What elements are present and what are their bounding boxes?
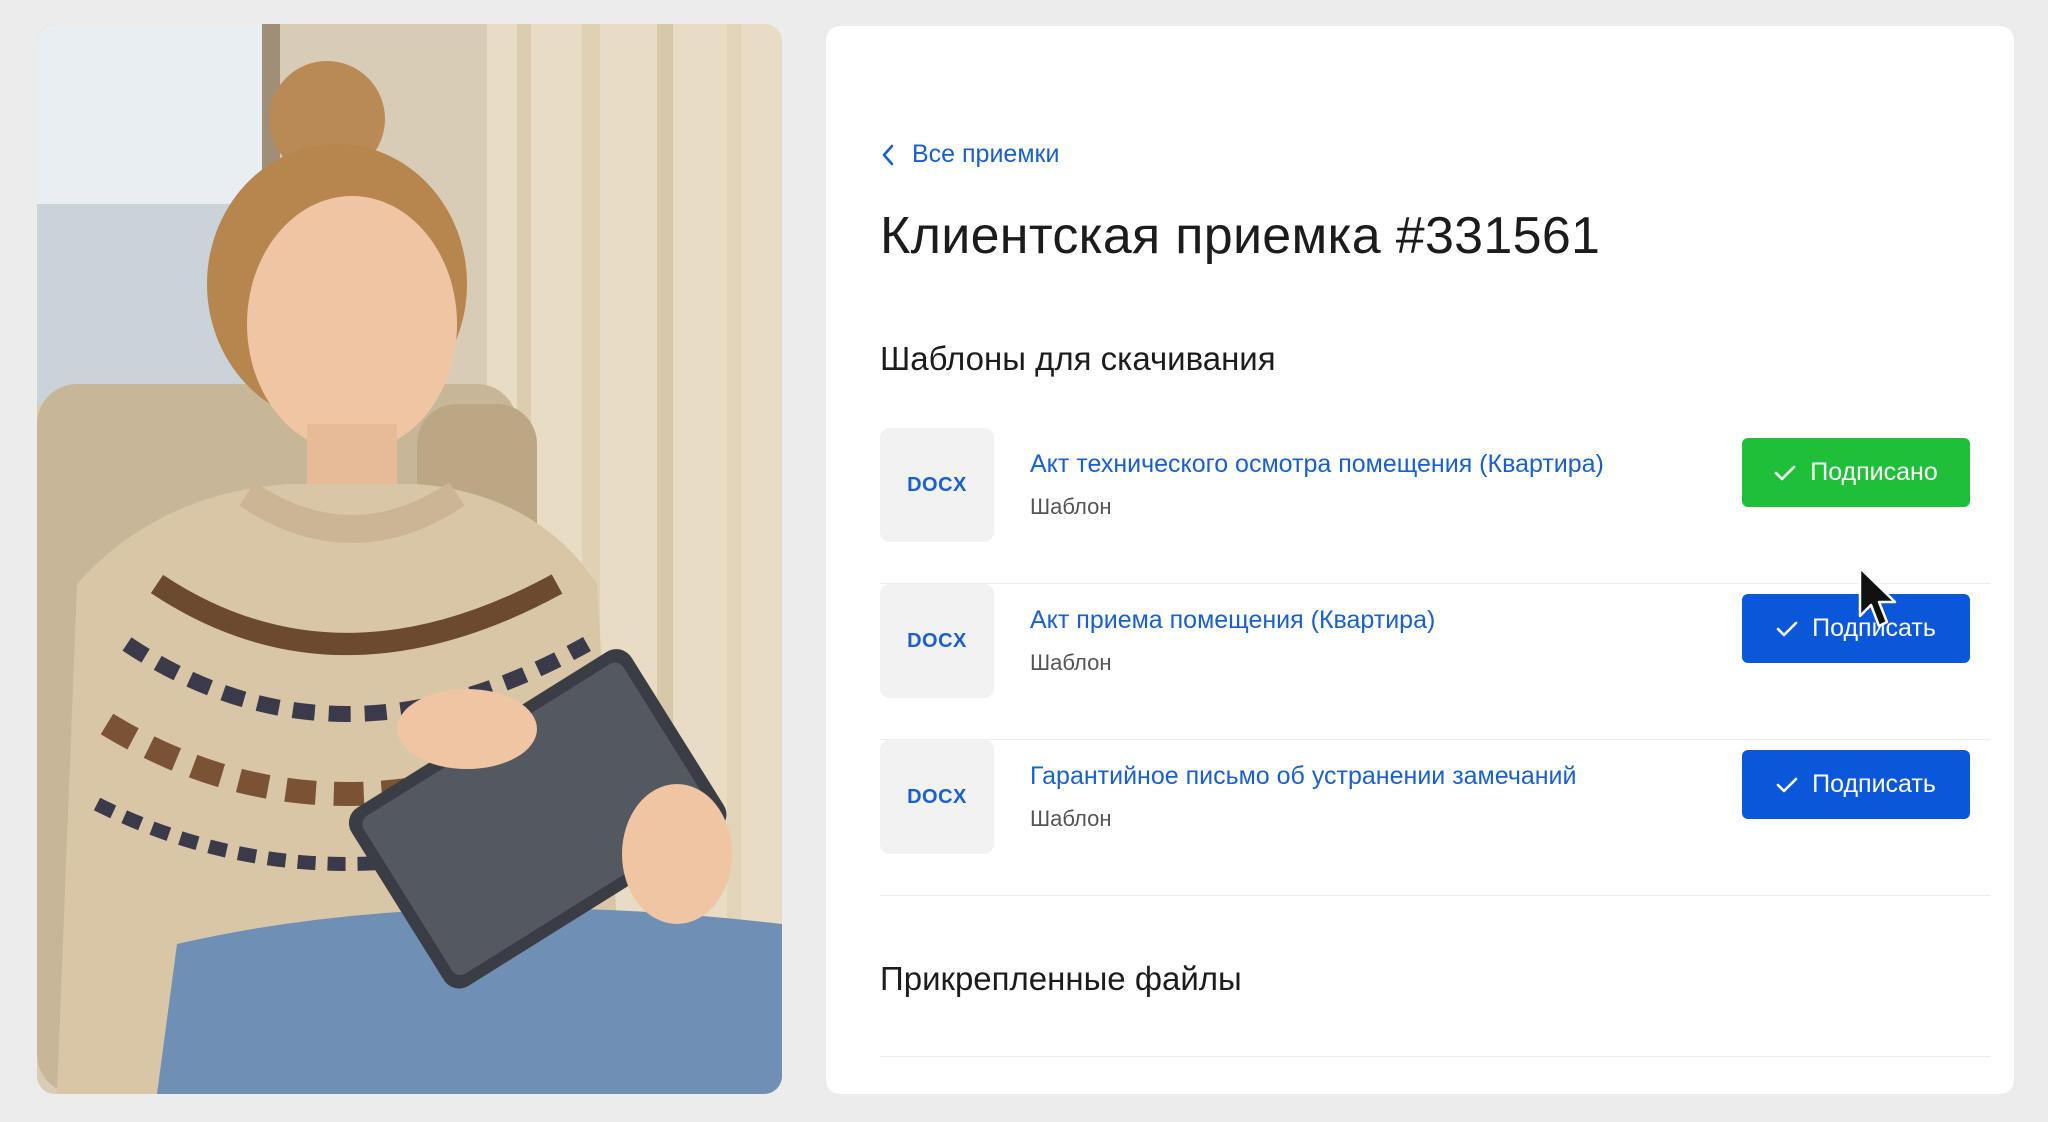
document-row: DOCX Гарантийное письмо об устранении за… xyxy=(880,740,1990,896)
check-icon xyxy=(1776,777,1798,792)
signed-button-label: Подписано xyxy=(1810,458,1938,486)
document-subtitle: Шаблон xyxy=(1030,494,1112,519)
chevron-left-icon xyxy=(882,144,894,165)
document-title-link[interactable]: Акт приема помещения (Квартира) xyxy=(1030,606,1435,635)
document-title-link[interactable]: Акт технического осмотра помещения (Квар… xyxy=(1030,450,1604,479)
check-icon xyxy=(1776,621,1798,636)
docx-file-icon: DOCX xyxy=(880,740,994,854)
woman-with-tablet-illustration xyxy=(37,24,782,1094)
templates-section-title: Шаблоны для скачивания xyxy=(880,340,1276,377)
document-subtitle: Шаблон xyxy=(1030,650,1112,675)
signed-button[interactable]: Подписано xyxy=(1742,438,1970,507)
attached-files-section-title: Прикрепленные файлы xyxy=(880,960,1242,997)
back-to-all-acceptances-link[interactable]: Все приемки xyxy=(880,140,1059,169)
check-icon xyxy=(1774,465,1796,480)
docx-file-icon: DOCX xyxy=(880,428,994,542)
sign-button-label: Подписать xyxy=(1812,770,1936,798)
page-title: Клиентская приемка #331561 xyxy=(880,207,1601,265)
back-link-label: Все приемки xyxy=(912,140,1060,168)
document-row: DOCX Акт приема помещения (Квартира) Шаб… xyxy=(880,584,1990,740)
acceptance-card: Все приемки Клиентская приемка #331561 Ш… xyxy=(826,26,2014,1094)
docx-file-icon: DOCX xyxy=(880,584,994,698)
sign-button[interactable]: Подписать xyxy=(1742,594,1970,663)
document-row: DOCX Акт технического осмотра помещения … xyxy=(880,428,1990,584)
sign-button-label: Подписать xyxy=(1812,614,1936,642)
hero-photo xyxy=(37,24,782,1094)
templates-list: DOCX Акт технического осмотра помещения … xyxy=(880,428,1990,896)
sign-button[interactable]: Подписать xyxy=(1742,750,1970,819)
document-title-link[interactable]: Гарантийное письмо об устранении замечан… xyxy=(1030,762,1576,791)
divider xyxy=(880,1056,1990,1057)
document-subtitle: Шаблон xyxy=(1030,806,1112,831)
